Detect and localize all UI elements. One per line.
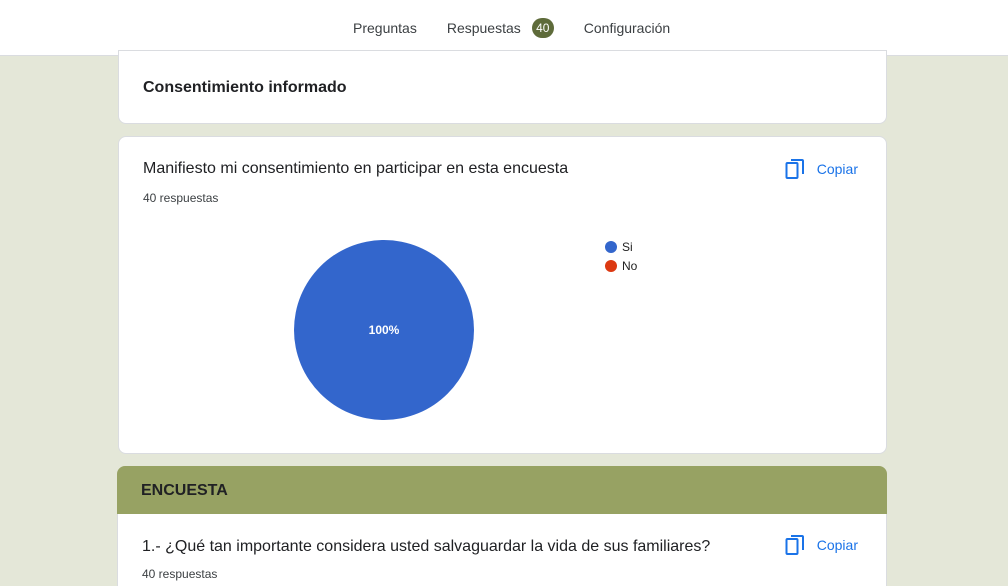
section-title: Consentimiento informado [143,79,347,96]
legend-swatch-icon [605,259,617,272]
tab-respuestas[interactable]: Respuestas 40 [431,0,569,56]
chart-legend: Si No [605,237,637,275]
tab-preguntas[interactable]: Preguntas [338,0,432,56]
legend-item-si[interactable]: Si [605,237,637,256]
pie-slice-label: 100% [369,323,400,337]
legend-swatch-icon [605,240,617,253]
tab-configuracion[interactable]: Configuración [569,0,685,56]
copy-icon [785,159,804,179]
consent-section-card: Consentimiento informado [118,50,887,124]
response-count: 40 respuestas [143,191,219,205]
section-header: ENCUESTA [117,466,887,514]
section-title: ENCUESTA [141,482,228,499]
response-count: 40 respuestas [142,567,218,581]
question-title: 1.- ¿Qué tan importante considera usted … [142,538,711,555]
tab-label: Respuestas [446,20,521,36]
tab-label: Configuración [583,20,671,36]
top-tab-bar: Preguntas Respuestas 40 Configuración [0,0,1008,56]
legend-label: No [622,258,638,273]
question-title: Manifiesto mi consentimiento en particip… [143,160,569,177]
form-tabs: Preguntas Respuestas 40 Configuración [338,0,685,56]
question-card: 1.- ¿Qué tan importante considera usted … [117,514,887,586]
legend-item-no[interactable]: No [605,256,637,275]
legend-label: Si [622,239,633,254]
copy-chart-button[interactable]: Copiar [785,533,858,557]
copy-icon [785,535,804,555]
copy-label: Copiar [816,537,858,553]
question-card: Manifiesto mi consentimiento en particip… [118,136,887,454]
responses-count-badge: 40 [531,18,554,38]
pie-chart: 100% [294,240,474,420]
copy-chart-button[interactable]: Copiar [785,157,858,181]
copy-label: Copiar [816,161,858,177]
tab-label: Preguntas [353,20,417,36]
